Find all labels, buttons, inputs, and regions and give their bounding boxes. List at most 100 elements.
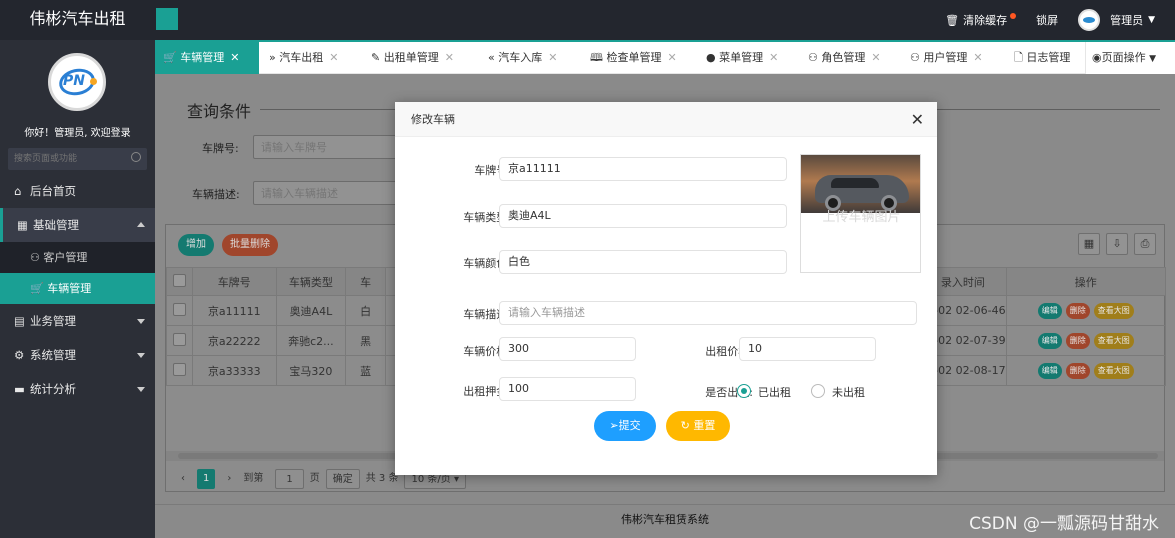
user-menu[interactable]: 管理员 ▼ bbox=[1078, 9, 1155, 31]
double-chevron-right-icon: » bbox=[269, 51, 276, 64]
close-icon[interactable]: ✕ bbox=[973, 51, 982, 64]
query-desc-input[interactable] bbox=[253, 181, 403, 205]
user-name: 管理员 bbox=[1110, 14, 1144, 27]
sidebar-item-stats[interactable]: ▬ 统计分析 bbox=[0, 372, 155, 406]
sidebar-item-home[interactable]: ⌂ 后台首页 bbox=[0, 174, 155, 208]
view-image-button[interactable]: 查看大图 bbox=[1093, 332, 1134, 349]
row-checkbox[interactable] bbox=[172, 302, 186, 316]
close-icon[interactable]: ✕ bbox=[230, 51, 239, 64]
columns-icon[interactable]: ▦ bbox=[1078, 233, 1100, 255]
user-icon: ⚇ bbox=[808, 51, 818, 64]
sidebar-item-label: 业务管理 bbox=[30, 314, 76, 328]
chevron-down-icon: ▼ bbox=[1149, 54, 1157, 64]
select-all-checkbox[interactable] bbox=[172, 273, 186, 287]
price-field[interactable]: 300 bbox=[499, 337, 636, 361]
page-operations-label: 页面操作 bbox=[1101, 51, 1146, 64]
sidebar-item-vehicles[interactable]: 🛒 车辆管理 bbox=[0, 273, 155, 304]
close-icon[interactable]: ✕ bbox=[548, 51, 557, 64]
delete-button[interactable]: 删除 bbox=[1065, 302, 1090, 319]
top-bar: 伟彬汽车出租 🗑 清除缓存 锁屏 管理员 ▼ bbox=[0, 0, 1175, 40]
color-field[interactable]: 白色 bbox=[499, 250, 787, 274]
print-icon[interactable]: ⎙ bbox=[1134, 233, 1156, 255]
edit-vehicle-dialog: 修改车辆 ✕ 车牌号: 京a11111 车辆类型: 奥迪A4L 车辆颜色: 白色… bbox=[395, 102, 937, 475]
reset-button[interactable]: ↻ 重置 bbox=[666, 411, 730, 441]
view-image-button[interactable]: 查看大图 bbox=[1093, 362, 1134, 379]
sidebar-item-label: 基础管理 bbox=[33, 218, 79, 232]
edit-button[interactable]: 编辑 bbox=[1037, 302, 1062, 319]
tab-menus[interactable]: ● 菜单管理 ✕ bbox=[698, 42, 798, 74]
add-button[interactable]: 增加 bbox=[178, 234, 214, 256]
top-right-tools: 🗑 清除缓存 锁屏 管理员 ▼ bbox=[945, 0, 1175, 40]
edit-button[interactable]: 编辑 bbox=[1037, 362, 1062, 379]
view-image-button[interactable]: 查看大图 bbox=[1093, 302, 1134, 319]
close-icon[interactable]: ✕ bbox=[329, 51, 338, 64]
close-icon[interactable]: ✕ bbox=[769, 51, 778, 64]
search-icon[interactable] bbox=[131, 152, 141, 162]
sidebar-item-basic[interactable]: ▦ 基础管理 bbox=[0, 208, 155, 242]
column-header: 车辆类型 bbox=[275, 267, 347, 296]
folder-icon: ▦ bbox=[17, 218, 28, 232]
sidebar-item-customers[interactable]: ⚇ 客户管理 bbox=[0, 242, 155, 273]
file-icon: 🗋 bbox=[1014, 51, 1023, 64]
chevron-up-icon bbox=[137, 222, 145, 227]
rent-price-field[interactable]: 10 bbox=[739, 337, 876, 361]
cell-car-no: 京a33333 bbox=[191, 355, 277, 386]
close-icon[interactable]: ✕ bbox=[871, 51, 880, 64]
sidebar-item-business[interactable]: ▤ 业务管理 bbox=[0, 304, 155, 338]
tab-vehicles[interactable]: 🛒 车辆管理 ✕ bbox=[155, 42, 259, 74]
sidebar-search-input[interactable] bbox=[8, 148, 123, 170]
goto-label: 到第 bbox=[243, 473, 264, 484]
page-input[interactable]: 1 bbox=[275, 469, 304, 489]
chart-icon: ▬ bbox=[14, 382, 25, 396]
lock-screen-button[interactable]: 锁屏 bbox=[1036, 12, 1058, 28]
deposit-field[interactable]: 100 bbox=[499, 377, 636, 401]
radio-dot-icon: ◉ bbox=[1092, 51, 1102, 64]
tab-label: 菜单管理 bbox=[719, 51, 764, 64]
cell-color: 蓝 bbox=[345, 355, 386, 386]
delete-button[interactable]: 删除 bbox=[1065, 332, 1090, 349]
sidebar-submenu-basic: ⚇ 客户管理 🛒 车辆管理 bbox=[0, 242, 155, 304]
close-icon[interactable]: ✕ bbox=[667, 51, 676, 64]
tab-label: 日志管理 bbox=[1026, 51, 1071, 64]
export-icon[interactable]: ⇩ bbox=[1106, 233, 1128, 255]
tab-logs[interactable]: 🗋 日志管理 bbox=[1006, 42, 1084, 74]
refresh-icon: ↻ bbox=[680, 419, 694, 432]
tab-rent[interactable]: » 汽车出租 ✕ bbox=[261, 42, 361, 74]
user-icon: ⚇ bbox=[30, 251, 44, 264]
tab-roles[interactable]: ⚇ 角色管理 ✕ bbox=[800, 42, 900, 74]
next-page-icon[interactable]: › bbox=[221, 469, 237, 489]
rented-radio[interactable] bbox=[737, 384, 751, 398]
car-image-upload[interactable]: 上传车辆图片 bbox=[800, 154, 921, 273]
tab-users[interactable]: ⚇ 用户管理 ✕ bbox=[902, 42, 1004, 74]
row-checkbox[interactable] bbox=[172, 332, 186, 346]
submit-button[interactable]: ➢提交 bbox=[594, 411, 656, 441]
delete-button[interactable]: 删除 bbox=[1065, 362, 1090, 379]
tab-car-return[interactable]: « 汽车入库 ✕ bbox=[480, 42, 580, 74]
close-icon[interactable]: ✕ bbox=[911, 110, 924, 129]
type-field[interactable]: 奥迪A4L bbox=[499, 204, 787, 228]
desc-label: 车辆描述: bbox=[192, 188, 240, 201]
tab-rent-orders[interactable]: ✎ 出租单管理 ✕ bbox=[363, 42, 478, 74]
batch-delete-button[interactable]: 批量删除 bbox=[222, 234, 278, 256]
color-label: 车辆颜色: bbox=[463, 257, 511, 270]
close-icon[interactable]: ✕ bbox=[445, 51, 454, 64]
tab-check-orders[interactable]: 🕮 检查单管理 ✕ bbox=[582, 42, 696, 74]
desc-field[interactable]: 请输入车辆描述 bbox=[499, 301, 917, 325]
price-label: 车辆价格: bbox=[463, 345, 511, 358]
circle-icon: ● bbox=[706, 51, 716, 64]
car-no-field[interactable]: 京a11111 bbox=[499, 157, 787, 181]
confirm-page-button[interactable]: 确定 bbox=[325, 469, 360, 489]
sidebar-toggle-button[interactable] bbox=[156, 8, 178, 30]
prev-page-icon[interactable]: ‹ bbox=[175, 469, 191, 489]
query-car-no-input[interactable] bbox=[253, 135, 403, 159]
sidebar-item-system[interactable]: ⚙ 系统管理 bbox=[0, 338, 155, 372]
page-operations-dropdown[interactable]: ◉页面操作 ▼ bbox=[1085, 42, 1175, 74]
not-rented-radio[interactable] bbox=[811, 384, 825, 398]
page-current[interactable]: 1 bbox=[197, 469, 216, 489]
per-page-value: 10 条/页 bbox=[411, 474, 451, 485]
edit-button[interactable]: 编辑 bbox=[1037, 332, 1062, 349]
row-checkbox[interactable] bbox=[172, 362, 186, 376]
sidebar-item-label: 客户管理 bbox=[43, 251, 88, 264]
clear-cache-button[interactable]: 🗑 清除缓存 bbox=[945, 12, 1017, 28]
home-icon: ⌂ bbox=[14, 184, 22, 198]
